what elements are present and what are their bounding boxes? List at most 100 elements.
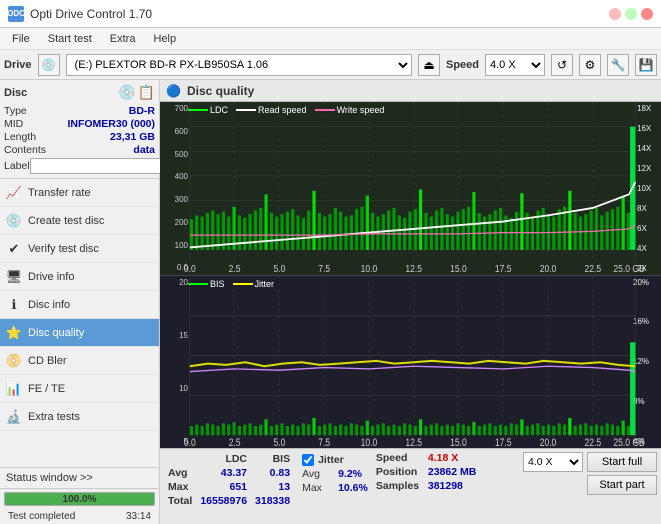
- stats-total-label: Total: [164, 494, 196, 508]
- stats-avg-bis: 0.83: [251, 466, 294, 480]
- jitter-avg-value: 9.2%: [338, 468, 362, 480]
- disc-panel: Disc 💿 📋 Type BD-R MID INFOMER30 (000) L…: [0, 80, 159, 179]
- disc-contents-value: data: [133, 144, 155, 156]
- fe-te-icon: 📊: [6, 381, 22, 397]
- svg-text:12.5: 12.5: [405, 263, 422, 274]
- disc-label-label: Label: [4, 160, 30, 172]
- nav-cd-bler[interactable]: 📀 CD Bler: [0, 347, 159, 375]
- svg-text:7.5: 7.5: [318, 263, 330, 274]
- disc-title: Disc: [4, 87, 27, 99]
- svg-text:12.5: 12.5: [405, 437, 422, 448]
- chart-top-legend: LDC Read speed Write speed: [188, 105, 384, 115]
- stats-col-ldc: LDC: [196, 452, 251, 466]
- drive-bar: Drive 💿 (E:) PLEXTOR BD-R PX-LB950SA 1.0…: [0, 50, 661, 80]
- speed-dropdown[interactable]: 4.0 X: [523, 452, 583, 472]
- disc-label-input[interactable]: [30, 158, 168, 174]
- jitter-checkbox[interactable]: [302, 454, 314, 466]
- sidebar: Disc 💿 📋 Type BD-R MID INFOMER30 (000) L…: [0, 80, 160, 524]
- disc-icon1[interactable]: 💿: [118, 84, 135, 101]
- status-window-button[interactable]: Status window >>: [0, 468, 159, 489]
- disc-quality-icon: ⭐: [6, 325, 22, 341]
- disc-contents-label: Contents: [4, 144, 46, 156]
- stats-row-total: Total 16558976 318338: [164, 494, 294, 508]
- sidebar-status: Status window >> 100.0% Test completed 3…: [0, 467, 159, 524]
- nav-disc-info-label: Disc info: [28, 299, 70, 311]
- svg-text:17.5: 17.5: [495, 437, 512, 448]
- menu-help[interactable]: Help: [145, 31, 184, 47]
- nav-drive-info-label: Drive info: [28, 271, 74, 283]
- minimize-button[interactable]: [609, 8, 621, 20]
- menu-start-test[interactable]: Start test: [40, 31, 100, 47]
- samples-value: 381298: [428, 480, 463, 492]
- svg-text:20.0: 20.0: [540, 437, 557, 448]
- nav-verify-test-disc-label: Verify test disc: [28, 243, 99, 255]
- drive-select[interactable]: (E:) PLEXTOR BD-R PX-LB950SA 1.06: [66, 54, 412, 76]
- drive-disc-icon[interactable]: 💿: [38, 54, 60, 76]
- start-part-button[interactable]: Start part: [587, 475, 657, 495]
- stats-total-bis: 318338: [251, 494, 294, 508]
- nav-disc-quality[interactable]: ⭐ Disc quality: [0, 319, 159, 347]
- svg-text:10.0: 10.0: [361, 263, 378, 274]
- nav-disc-quality-label: Disc quality: [28, 327, 84, 339]
- stats-avg-label: Avg: [164, 466, 196, 480]
- disc-type-label: Type: [4, 105, 27, 117]
- svg-text:20.0: 20.0: [540, 263, 557, 274]
- nav-fe-te[interactable]: 📊 FE / TE: [0, 375, 159, 403]
- svg-text:22.5: 22.5: [584, 263, 601, 274]
- jitter-max-label: Max: [302, 482, 334, 494]
- samples-label: Samples: [376, 480, 424, 492]
- start-full-button[interactable]: Start full: [587, 452, 657, 472]
- main-content: 🔵 Disc quality LDC Read speed: [160, 80, 661, 524]
- jitter-avg-label: Avg: [302, 468, 334, 480]
- svg-text:10.0: 10.0: [361, 437, 378, 448]
- legend-jitter: Jitter: [233, 279, 275, 289]
- nav-transfer-rate[interactable]: 📈 Transfer rate: [0, 179, 159, 207]
- disc-mid-value: INFOMER30 (000): [67, 118, 155, 130]
- chart-header-icon: 🔵: [166, 84, 181, 98]
- close-button[interactable]: [641, 8, 653, 20]
- drive-save-button[interactable]: 💾: [635, 54, 657, 76]
- speed-select[interactable]: 4.0 X: [485, 54, 545, 76]
- transfer-rate-icon: 📈: [6, 185, 22, 201]
- drive-eject-button[interactable]: ⏏: [418, 54, 440, 76]
- legend-bis-label: BIS: [210, 279, 225, 289]
- position-row: Position 23862 MB: [376, 466, 476, 478]
- chart-title: Disc quality: [187, 84, 254, 98]
- svg-text:0.0: 0.0: [184, 263, 196, 274]
- nav-disc-info[interactable]: ℹ Disc info: [0, 291, 159, 319]
- chart-bottom-svg: 0.0 2.5 5.0 7.5 10.0 12.5 15.0 17.5 20.0…: [160, 276, 661, 449]
- disc-info-icon: ℹ: [6, 297, 22, 313]
- disc-icon2[interactable]: 📋: [138, 84, 155, 101]
- nav-verify-test-disc[interactable]: ✔ Verify test disc: [0, 235, 159, 263]
- legend-ldc-label: LDC: [210, 105, 228, 115]
- nav-drive-info[interactable]: 🖥 Drive info: [0, 263, 159, 291]
- verify-test-disc-icon: ✔: [6, 241, 22, 257]
- svg-text:25.0 GB: 25.0 GB: [613, 437, 644, 448]
- stats-col-empty: [164, 452, 196, 466]
- jitter-section: Jitter Avg 9.2% Max 10.6%: [302, 452, 368, 496]
- nav-fe-te-label: FE / TE: [28, 383, 65, 395]
- maximize-button[interactable]: [625, 8, 637, 20]
- nav-extra-tests[interactable]: 🔬 Extra tests: [0, 403, 159, 431]
- svg-text:2.5: 2.5: [229, 263, 241, 274]
- nav-create-test-disc[interactable]: 💿 Create test disc: [0, 207, 159, 235]
- svg-text:7.5: 7.5: [318, 437, 330, 448]
- stats-max-bis: 13: [251, 480, 294, 494]
- status-window-label: Status window >>: [6, 472, 93, 484]
- samples-row: Samples 381298: [376, 480, 476, 492]
- menu-file[interactable]: File: [4, 31, 38, 47]
- create-test-disc-icon: 💿: [6, 213, 22, 229]
- svg-text:5.0: 5.0: [273, 263, 285, 274]
- legend-bis: BIS: [188, 279, 225, 289]
- speed-refresh-button[interactable]: ↺: [551, 54, 573, 76]
- chart-bottom-legend: BIS Jitter: [188, 279, 274, 289]
- menu-extra[interactable]: Extra: [102, 31, 144, 47]
- jitter-max-row: Max 10.6%: [302, 482, 368, 494]
- drive-settings-button[interactable]: ⚙: [579, 54, 601, 76]
- start-full-row: 4.0 X Start full: [523, 452, 657, 472]
- chart-top-svg: 0.0 2.5 5.0 7.5 10.0 12.5 15.0 17.5 20.0…: [160, 102, 661, 275]
- speed-section: Speed 4.18 X Position 23862 MB Samples 3…: [376, 452, 476, 492]
- drive-info-button[interactable]: 🔧: [607, 54, 629, 76]
- stats-panel: LDC BIS Avg 43.37 0.83 Max 651 13: [160, 448, 661, 524]
- nav-extra-tests-label: Extra tests: [28, 411, 80, 423]
